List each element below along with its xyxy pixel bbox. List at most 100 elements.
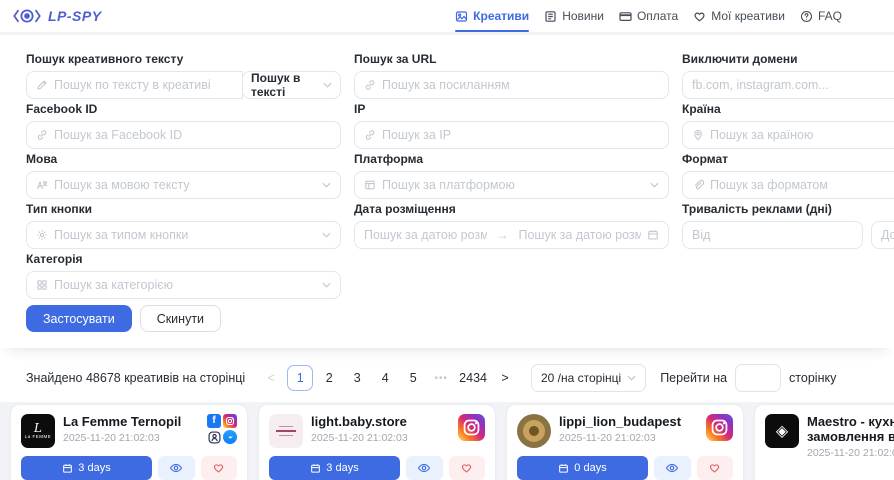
exclude-domains-input-wrap (682, 71, 894, 99)
creative-text-input[interactable] (54, 78, 233, 92)
filter-url: Пошук за URL (354, 52, 669, 99)
like-button[interactable] (697, 456, 734, 480)
results-toolbar: Знайдено 48678 креативів на сторінці < 1… (0, 348, 894, 402)
chevron-down-icon (322, 182, 331, 188)
format-select-wrap[interactable] (682, 171, 894, 199)
creative-card[interactable]: lippi_lion_budapest 2025-11-20 21:02:03 … (506, 404, 744, 480)
button-type-select-wrap[interactable] (26, 221, 341, 249)
url-input[interactable] (382, 78, 659, 92)
ip-input[interactable] (382, 128, 659, 142)
filters-panel: Пошук креативного тексту Пошук в тексті … (0, 35, 894, 348)
field-label: Пошук за URL (354, 52, 669, 66)
like-button[interactable] (449, 456, 486, 480)
field-label: Категорія (26, 252, 341, 266)
mode-value: Пошук в тексті (251, 71, 318, 99)
field-label: IP (354, 102, 669, 116)
nav-label: Оплата (637, 9, 678, 23)
next-page-button[interactable]: > (493, 365, 517, 391)
filter-category: Категорія (26, 252, 341, 299)
duration-badge[interactable]: 3 days (269, 456, 400, 480)
nav-label: Мої креативи (711, 9, 785, 23)
brand-logo[interactable]: LP-SPY (12, 7, 102, 25)
chevron-down-icon (627, 375, 636, 381)
filter-platform: Платформа (354, 152, 669, 199)
nav-tab-my-creatives[interactable]: Мої креативи (693, 0, 785, 32)
reset-button[interactable]: Скинути (140, 305, 221, 332)
calendar-icon (647, 229, 659, 241)
field-label: Facebook ID (26, 102, 341, 116)
duration-label: 3 days (78, 462, 110, 474)
card-date: 2025-11-20 21:02:03 (807, 447, 894, 459)
link-icon (364, 79, 376, 91)
duration-from-input[interactable] (692, 228, 853, 242)
platform-select-wrap[interactable] (354, 171, 669, 199)
view-button[interactable] (158, 456, 195, 480)
like-button[interactable] (201, 456, 238, 480)
avatar-emblem: ◈ (776, 421, 788, 441)
country-input-wrap (682, 121, 894, 149)
exclude-domains-input[interactable] (692, 78, 894, 92)
prev-page-button[interactable]: < (259, 365, 283, 391)
brand-name: LP-SPY (48, 8, 102, 24)
view-button[interactable] (406, 456, 443, 480)
pages-ellipsis[interactable]: ••• (429, 365, 453, 391)
date-range-picker[interactable]: → (354, 221, 669, 249)
nav-tab-faq[interactable]: FAQ (800, 0, 842, 32)
instagram-icon (706, 414, 733, 441)
date-to-input[interactable] (519, 228, 642, 242)
creative-card[interactable]: light.baby.store 2025-11-20 21:02:03 3 d… (258, 404, 496, 480)
link-icon (364, 129, 376, 141)
eye-icon (665, 462, 679, 474)
page-button[interactable]: 4 (373, 365, 397, 391)
card-date: 2025-11-20 21:02:03 (63, 432, 181, 444)
nav-tab-news[interactable]: Новини (544, 0, 604, 32)
category-select-wrap[interactable] (26, 271, 341, 299)
duration-label: 0 days (574, 462, 606, 474)
pencil-icon (36, 79, 48, 91)
category-input[interactable] (54, 278, 316, 292)
text-search-mode-select[interactable]: Пошук в тексті (242, 71, 341, 99)
page-button[interactable]: 5 (401, 365, 425, 391)
field-label: Тип кнопки (26, 202, 341, 216)
page-size-select[interactable]: 20 /на сторінці (531, 364, 646, 392)
page-button[interactable]: 2 (317, 365, 341, 391)
goto-page-control: Перейти на сторінку (660, 364, 836, 392)
date-from-input[interactable] (364, 228, 487, 242)
page-size-value: 20 /на сторінці (541, 371, 621, 385)
avatar-caption: La FEMME (25, 434, 52, 439)
duration-badge[interactable]: 3 days (21, 456, 152, 480)
facebook-id-input-wrap (26, 121, 341, 149)
creative-card[interactable]: ◈ Maestro - кухні, мезамовлення в Ужг 20… (754, 404, 894, 480)
nav-label: Новини (562, 9, 604, 23)
calendar-icon (310, 463, 321, 474)
main-nav: Креативи Новини Оплата (455, 0, 842, 32)
page-button[interactable]: 1 (287, 365, 313, 391)
country-input[interactable] (710, 128, 894, 142)
avatar (517, 414, 551, 448)
format-input[interactable] (710, 178, 894, 192)
goto-suffix: сторінку (789, 371, 836, 385)
facebook-id-input[interactable] (54, 128, 331, 142)
platform-input[interactable] (382, 178, 644, 192)
apply-button[interactable]: Застосувати (26, 305, 132, 332)
heart-icon (693, 10, 706, 23)
page-button[interactable]: 3 (345, 365, 369, 391)
button-type-input[interactable] (54, 228, 316, 242)
goto-page-input[interactable] (735, 364, 781, 392)
avatar: ◈ (765, 414, 799, 448)
page-button[interactable]: 2434 (457, 365, 489, 391)
nav-tab-payment[interactable]: Оплата (619, 0, 678, 32)
duration-to-input[interactable] (881, 228, 894, 242)
view-button[interactable] (654, 456, 691, 480)
avatar (269, 414, 303, 448)
field-label: Країна (682, 102, 894, 116)
card-title: Maestro - кухні, мезамовлення в Ужг (807, 414, 894, 444)
platform-window-icon (364, 179, 376, 191)
language-input[interactable] (54, 178, 316, 192)
nav-tab-creatives[interactable]: Креативи (455, 0, 529, 32)
duration-badge[interactable]: 0 days (517, 456, 648, 480)
creative-card[interactable]: L La FEMME La Femme Ternopil 2025-11-20 … (10, 404, 248, 480)
audience-network-icon (207, 430, 221, 444)
language-select-wrap[interactable] (26, 171, 341, 199)
duration-to-wrap (871, 221, 894, 249)
